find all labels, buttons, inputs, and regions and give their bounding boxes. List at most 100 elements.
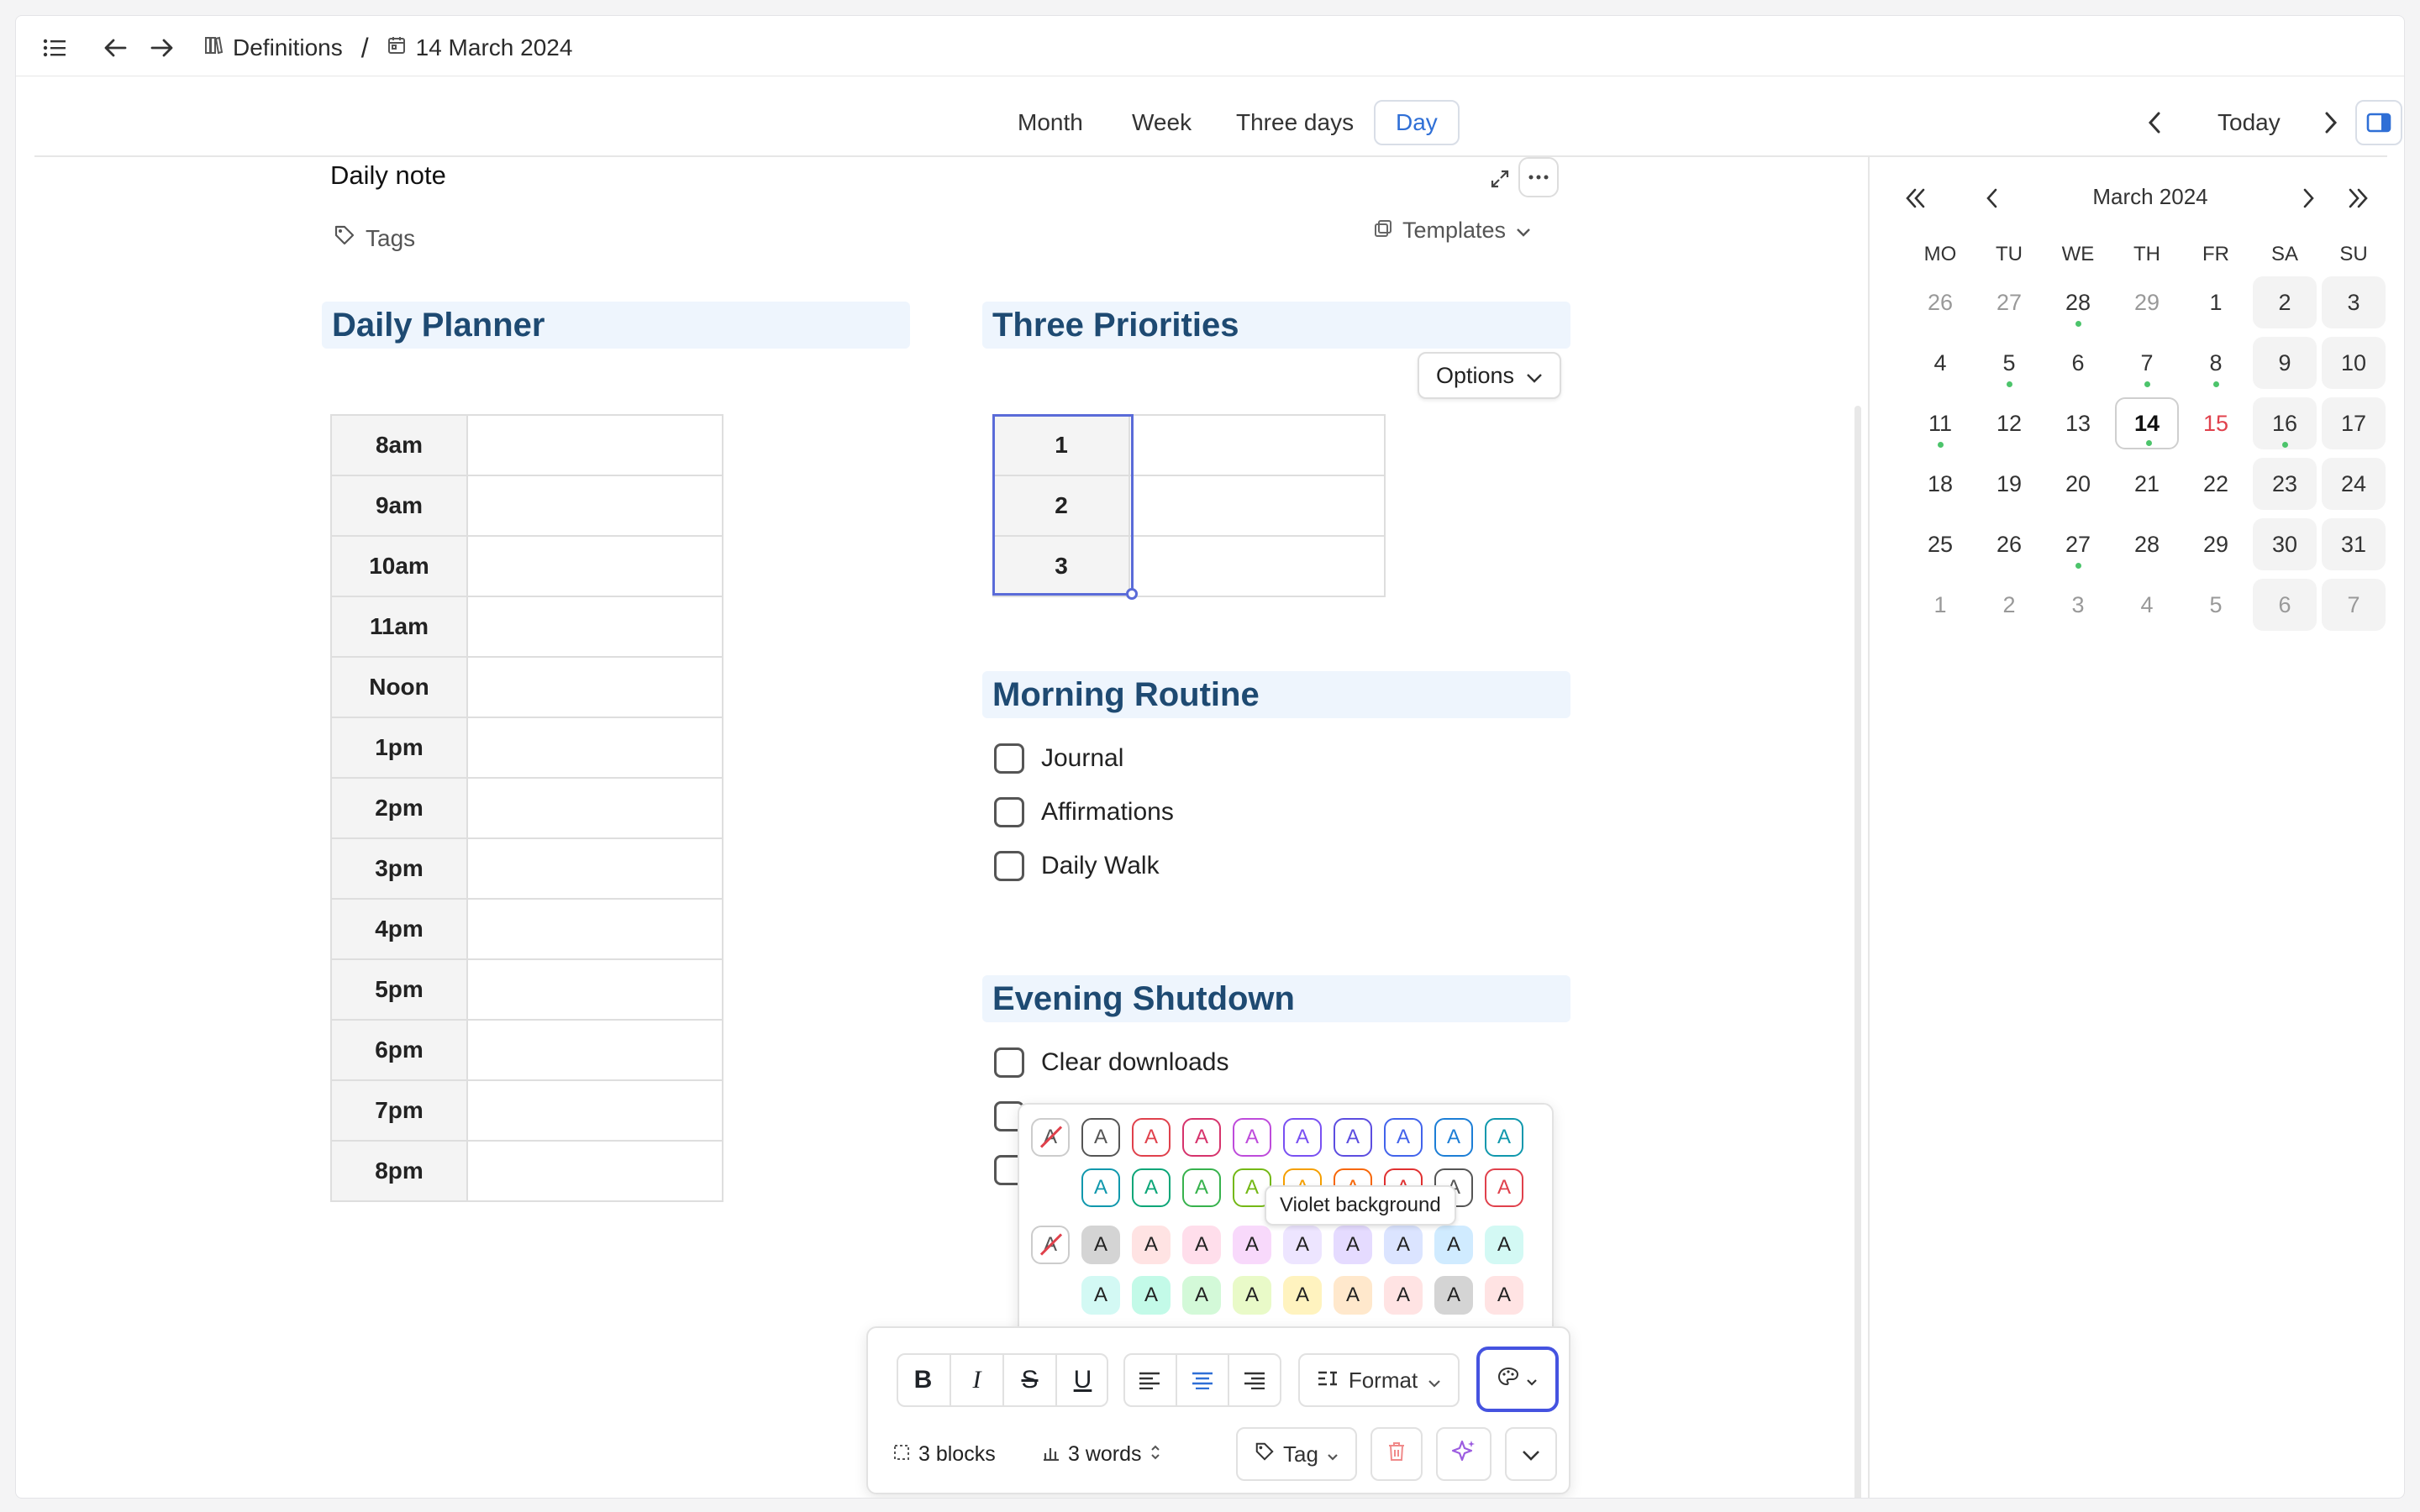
checklist-item[interactable]: Affirmations bbox=[994, 797, 1174, 827]
align-right-icon[interactable] bbox=[1228, 1353, 1280, 1407]
hour-label[interactable]: 6pm bbox=[330, 1019, 468, 1081]
note-title[interactable]: Daily note bbox=[330, 160, 446, 191]
calendar-day[interactable]: 11 bbox=[1908, 397, 1972, 449]
text-color-swatch[interactable]: A bbox=[1334, 1118, 1372, 1157]
expand-icon[interactable] bbox=[1481, 160, 1518, 197]
calendar-day[interactable]: 4 bbox=[1908, 337, 1972, 389]
calendar-day[interactable]: 15 bbox=[2184, 397, 2248, 449]
hour-label[interactable]: Noon bbox=[330, 656, 468, 718]
planner-cell[interactable] bbox=[466, 1079, 723, 1142]
background-color-swatch[interactable]: A bbox=[1182, 1276, 1221, 1315]
text-color-swatch[interactable]: A bbox=[1233, 1118, 1271, 1157]
background-color-swatch[interactable]: A bbox=[1434, 1276, 1473, 1315]
calendar-day[interactable]: 16 bbox=[2253, 397, 2317, 449]
background-color-swatch[interactable]: A bbox=[1434, 1226, 1473, 1264]
planner-cell[interactable] bbox=[466, 777, 723, 839]
planner-cell[interactable] bbox=[466, 1019, 723, 1081]
calendar-day[interactable]: 2 bbox=[2253, 276, 2317, 328]
calendar-day[interactable]: 3 bbox=[2322, 276, 2386, 328]
calendar-day[interactable]: 4 bbox=[2115, 579, 2179, 631]
planner-cell[interactable] bbox=[466, 837, 723, 900]
background-color-swatch[interactable]: A bbox=[1485, 1276, 1523, 1315]
previous-year-icon[interactable] bbox=[1898, 181, 1933, 216]
background-color-swatch[interactable]: A bbox=[1283, 1226, 1322, 1264]
calendar-day[interactable]: 24 bbox=[2322, 458, 2386, 510]
calendar-day[interactable]: 2 bbox=[1977, 579, 2041, 631]
checkbox[interactable] bbox=[994, 1047, 1024, 1078]
calendar-day[interactable]: 14 bbox=[2115, 397, 2179, 449]
breadcrumb-parent[interactable]: Definitions bbox=[233, 34, 343, 61]
text-color-swatch[interactable]: A bbox=[1283, 1118, 1322, 1157]
tab-three-days[interactable]: Three days bbox=[1216, 100, 1374, 145]
tab-month[interactable]: Month bbox=[997, 100, 1103, 145]
calendar-day[interactable]: 25 bbox=[1908, 518, 1972, 570]
strikethrough-icon[interactable]: S bbox=[1002, 1353, 1055, 1407]
calendar-day[interactable]: 13 bbox=[2046, 397, 2110, 449]
calendar-day[interactable]: 6 bbox=[2046, 337, 2110, 389]
calendar-day[interactable]: 26 bbox=[1977, 518, 2041, 570]
calendar-day[interactable]: 20 bbox=[2046, 458, 2110, 510]
calendar-day[interactable]: 3 bbox=[2046, 579, 2110, 631]
planner-cell[interactable] bbox=[466, 1140, 723, 1202]
calendar-day[interactable]: 19 bbox=[1977, 458, 2041, 510]
three-priorities-heading[interactable]: Three Priorities bbox=[982, 302, 1570, 349]
calendar-day[interactable]: 8 bbox=[2184, 337, 2248, 389]
checklist-item[interactable]: Daily Walk bbox=[994, 851, 1160, 881]
outline-menu-icon[interactable] bbox=[36, 29, 73, 66]
align-center-icon[interactable] bbox=[1176, 1353, 1228, 1407]
planner-cell[interactable] bbox=[466, 475, 723, 537]
selection-resize-handle[interactable] bbox=[1126, 588, 1138, 600]
priority-number[interactable]: 1 bbox=[992, 414, 1130, 476]
previous-month-icon[interactable] bbox=[1974, 181, 2009, 216]
background-color-swatch[interactable]: A bbox=[1283, 1276, 1322, 1315]
checkbox[interactable] bbox=[994, 851, 1024, 881]
calendar-day[interactable]: 18 bbox=[1908, 458, 1972, 510]
hour-label[interactable]: 9am bbox=[330, 475, 468, 537]
background-color-swatch[interactable]: A bbox=[1081, 1276, 1120, 1315]
background-color-swatch[interactable]: A bbox=[1384, 1276, 1423, 1315]
clear-background-swatch[interactable]: A bbox=[1031, 1226, 1070, 1264]
hour-label[interactable]: 11am bbox=[330, 596, 468, 658]
background-color-swatch[interactable]: A bbox=[1384, 1226, 1423, 1264]
checklist-item[interactable]: Journal bbox=[994, 743, 1123, 774]
calendar-day[interactable]: 28 bbox=[2115, 518, 2179, 570]
text-color-swatch[interactable]: A bbox=[1132, 1168, 1171, 1207]
text-color-swatch[interactable]: A bbox=[1384, 1118, 1423, 1157]
underline-icon[interactable]: U bbox=[1055, 1353, 1108, 1407]
planner-cell[interactable] bbox=[466, 414, 723, 476]
calendar-day[interactable]: 1 bbox=[2184, 276, 2248, 328]
planner-cell[interactable] bbox=[466, 717, 723, 779]
today-button[interactable]: Today bbox=[2197, 100, 2301, 145]
text-color-swatch[interactable]: A bbox=[1485, 1168, 1523, 1207]
background-color-swatch[interactable]: A bbox=[1182, 1226, 1221, 1264]
calendar-day[interactable]: 21 bbox=[2115, 458, 2179, 510]
calendar-day[interactable]: 31 bbox=[2322, 518, 2386, 570]
calendar-day[interactable]: 27 bbox=[1977, 276, 2041, 328]
italic-icon[interactable]: I bbox=[950, 1353, 1002, 1407]
calendar-day[interactable]: 12 bbox=[1977, 397, 2041, 449]
background-color-swatch[interactable]: A bbox=[1081, 1226, 1120, 1264]
planner-cell[interactable] bbox=[466, 958, 723, 1021]
hour-label[interactable]: 8pm bbox=[330, 1140, 468, 1202]
sidebar-toggle-icon[interactable] bbox=[2355, 100, 2402, 145]
text-color-swatch[interactable]: A bbox=[1182, 1168, 1221, 1207]
calendar-month-label[interactable]: March 2024 bbox=[2033, 184, 2268, 210]
text-color-swatch[interactable]: A bbox=[1434, 1118, 1473, 1157]
background-color-swatch[interactable]: A bbox=[1132, 1276, 1171, 1315]
background-color-swatch[interactable]: A bbox=[1132, 1226, 1171, 1264]
breadcrumb-current[interactable]: 14 March 2024 bbox=[416, 34, 573, 61]
templates-dropdown[interactable]: Templates bbox=[1374, 218, 1531, 244]
calendar-day[interactable]: 22 bbox=[2184, 458, 2248, 510]
scrollbar[interactable] bbox=[1854, 406, 1861, 1498]
planner-cell[interactable] bbox=[466, 535, 723, 597]
planner-cell[interactable] bbox=[466, 656, 723, 718]
clear-text-color-swatch[interactable]: A bbox=[1031, 1118, 1070, 1157]
bold-icon[interactable]: B bbox=[897, 1353, 950, 1407]
forward-arrow-icon[interactable] bbox=[144, 29, 181, 66]
checkbox[interactable] bbox=[994, 797, 1024, 827]
next-year-icon[interactable] bbox=[2340, 181, 2375, 216]
priority-cell[interactable] bbox=[1128, 475, 1386, 537]
previous-period-icon[interactable] bbox=[2135, 103, 2174, 142]
more-options-icon[interactable] bbox=[1518, 157, 1559, 197]
align-left-icon[interactable] bbox=[1123, 1353, 1176, 1407]
